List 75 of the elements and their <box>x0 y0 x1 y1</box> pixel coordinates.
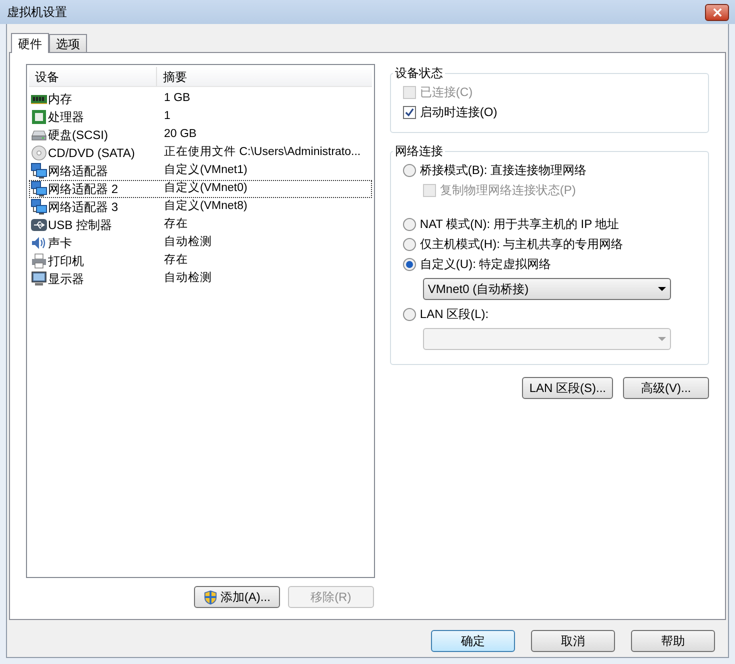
checkbox[interactable] <box>402 106 416 118</box>
column-header[interactable]: 设备 <box>29 67 157 86</box>
device-row[interactable]: 硬盘(SCSI) 20 GB <box>29 126 372 144</box>
tab[interactable]: 硬件 <box>11 33 49 53</box>
device-summary: 1 <box>163 109 170 124</box>
device-name: 网络适配器 <box>48 163 108 180</box>
radio-label: NAT 模式(N): 用于共享主机的 IP 地址 <box>420 216 620 233</box>
device-row[interactable]: CD/DVD (SATA) 正在使用文件 C:\Users\Administrato... <box>29 144 372 162</box>
radio-label: 自定义(U): 特定虚拟网络 <box>420 256 552 273</box>
printer-icon <box>31 253 47 269</box>
button[interactable]: LAN 区段(S)... <box>522 377 613 399</box>
device-row[interactable]: 显示器 自动检测 <box>29 270 372 288</box>
close-button[interactable] <box>705 4 729 20</box>
button[interactable]: 帮助 <box>631 630 715 652</box>
device-name: 处理器 <box>48 109 84 126</box>
speaker-icon <box>31 235 47 251</box>
device-row[interactable]: 网络适配器 3 自定义(VMnet8) <box>29 198 372 216</box>
device-name: 显示器 <box>48 271 84 288</box>
device-name: 打印机 <box>48 253 84 270</box>
button[interactable]: 确定 <box>431 630 515 652</box>
usb-icon <box>31 217 47 233</box>
device-row[interactable]: 声卡 自动检测 <box>29 234 372 252</box>
button[interactable]: 取消 <box>531 630 615 652</box>
device-name: 网络适配器 3 <box>48 199 118 216</box>
group-title: 网络连接 <box>394 143 444 160</box>
device-summary: 正在使用文件 C:\Users\Administrato... <box>163 144 361 160</box>
dropdown[interactable]: VMnet0 (自动桥接) <box>422 278 671 300</box>
radio-label: 桥接模式(B): 直接连接物理网络 <box>420 162 587 179</box>
checkbox-label: 已连接(C) <box>420 84 473 101</box>
device-summary: 自定义(VMnet8) <box>163 198 248 214</box>
button[interactable]: 添加(A)... <box>194 586 280 608</box>
network-icon <box>31 163 47 179</box>
device-summary: 存在 <box>163 216 188 232</box>
radio-label: 仅主机模式(H): 与主机共享的专用网络 <box>420 236 624 253</box>
device-name: 内存 <box>48 91 72 108</box>
device-row[interactable]: 处理器 1 <box>29 108 372 126</box>
close-icon <box>712 8 722 16</box>
radio-button[interactable] <box>402 308 416 320</box>
checkbox-label: 复制物理网络连接状态(P) <box>440 182 576 199</box>
checkbox-label: 启动时连接(O) <box>420 104 498 121</box>
dropdown-value: VMnet0 (自动桥接) <box>428 281 529 298</box>
caret-icon <box>658 287 666 291</box>
device-summary: 自定义(VMnet1) <box>163 162 248 178</box>
monitor-icon <box>31 271 47 287</box>
radio-button[interactable] <box>402 238 416 250</box>
device-summary: 自动检测 <box>163 234 212 250</box>
device-summary: 1 GB <box>163 91 190 106</box>
caret-icon <box>658 337 666 341</box>
window-title: 虚拟机设置 <box>7 4 67 21</box>
radio-button[interactable] <box>402 218 416 230</box>
radio-button[interactable] <box>402 164 416 176</box>
device-row[interactable]: 网络适配器 自定义(VMnet1) <box>29 162 372 180</box>
button[interactable]: 高级(V)... <box>623 377 709 399</box>
radio-label: LAN 区段(L): <box>420 306 489 323</box>
network-icon <box>31 181 47 197</box>
device-summary: 存在 <box>163 252 188 268</box>
device-row[interactable]: 打印机 存在 <box>29 252 372 270</box>
radio-button[interactable] <box>402 258 416 270</box>
tab[interactable]: 选项 <box>49 34 87 52</box>
device-summary: 自动检测 <box>163 270 212 286</box>
disc-icon <box>31 145 47 161</box>
device-name: USB 控制器 <box>48 217 112 234</box>
device-name: 声卡 <box>48 235 72 252</box>
network-icon <box>31 199 47 215</box>
device-name: 网络适配器 2 <box>48 181 118 198</box>
device-summary: 20 GB <box>163 127 197 142</box>
group-title: 设备状态 <box>394 65 444 82</box>
device-row[interactable]: 内存 1 GB <box>29 90 372 108</box>
device-name: 硬盘(SCSI) <box>48 127 108 144</box>
device-row[interactable]: 网络适配器 2 自定义(VMnet0) <box>29 180 372 198</box>
chip-icon <box>31 109 47 125</box>
column-header[interactable]: 摘要 <box>157 67 372 86</box>
device-name: CD/DVD (SATA) <box>48 145 135 162</box>
device-row[interactable]: USB 控制器 存在 <box>29 216 372 234</box>
device-summary: 自定义(VMnet0) <box>163 180 248 196</box>
